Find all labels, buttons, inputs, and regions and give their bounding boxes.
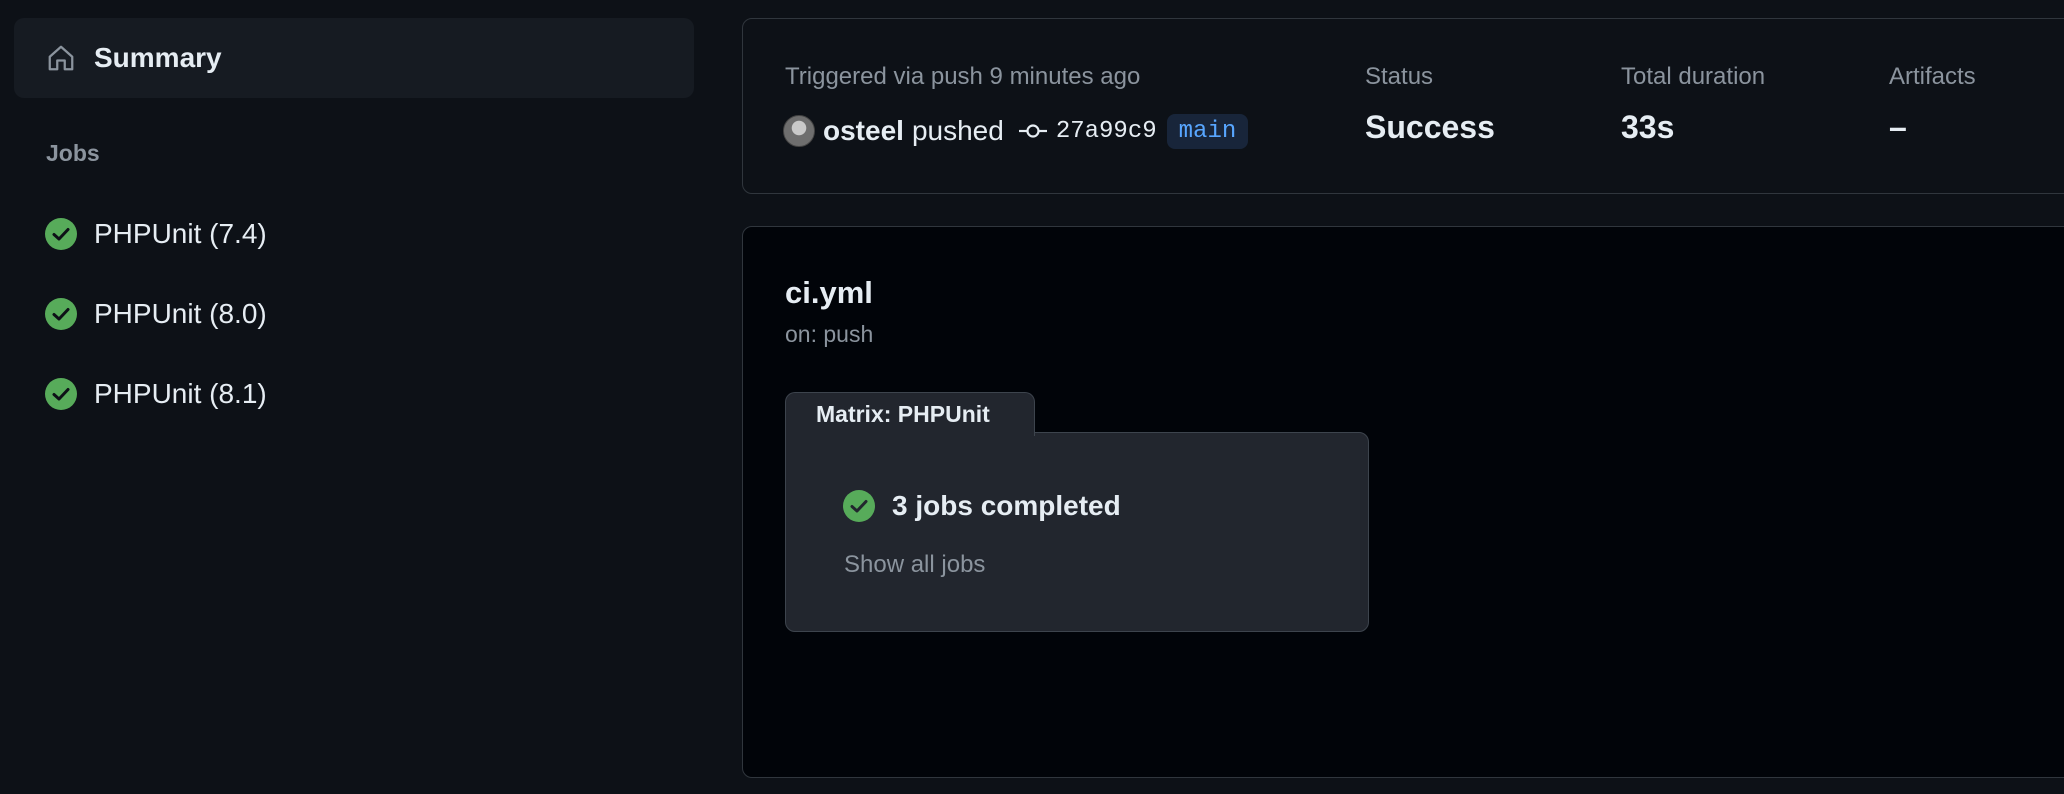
workflow-trigger: on: push (785, 321, 874, 347)
workflow-file-name[interactable]: ci.yml (785, 275, 873, 311)
jobs-completed-text: 3 jobs completed (892, 490, 1121, 521)
summary-label: Summary (94, 42, 222, 73)
check-circle-icon (45, 218, 77, 250)
completed-row: 3 jobs completed (842, 489, 1121, 523)
sidebar-summary-link[interactable]: Summary (14, 18, 694, 98)
job-label: PHPUnit (8.1) (94, 378, 267, 409)
show-all-jobs-link[interactable]: Show all jobs (844, 551, 985, 579)
sidebar-job-item[interactable]: PHPUnit (7.4) (44, 204, 267, 264)
action-text: pushed (911, 115, 1004, 146)
job-label: PHPUnit (7.4) (94, 218, 267, 249)
duration-label: Total duration (1621, 63, 1766, 90)
jobs-heading: Jobs (46, 140, 100, 166)
trigger-text: Triggered via push 9 minutes ago (785, 63, 1141, 90)
duration-value: 33s (1621, 109, 1675, 145)
check-circle-icon (843, 490, 875, 522)
commit-sha-link[interactable]: 27a99c9 (1056, 118, 1157, 145)
run-summary-panel: Triggered via push 9 minutes ago osteel … (742, 18, 2064, 194)
check-circle-icon (45, 298, 77, 330)
sidebar-job-item[interactable]: PHPUnit (8.0) (44, 284, 267, 344)
push-info-row: osteel pushed 27a99c9 main (783, 111, 1249, 151)
sidebar-job-item[interactable]: PHPUnit (8.1) (44, 364, 267, 424)
status-value: Success (1365, 109, 1495, 145)
check-circle-icon (45, 378, 77, 410)
workflow-graph-panel: ci.yml on: push Matrix: PHPUnit 3 jobs c… (742, 226, 2064, 778)
job-label: PHPUnit (8.0) (94, 298, 267, 329)
actor-link[interactable]: osteel (823, 115, 904, 147)
matrix-card[interactable]: 3 jobs completed Show all jobs (785, 429, 1369, 632)
matrix-tab: Matrix: PHPUnit (785, 392, 1035, 436)
branch-badge[interactable]: main (1166, 113, 1249, 149)
artifacts-label: Artifacts (1889, 63, 1976, 90)
artifacts-value: – (1889, 109, 1907, 145)
avatar[interactable] (783, 115, 815, 147)
home-icon (44, 41, 78, 75)
sidebar: Summary Jobs PHPUnit (7.4) PHPUnit (8.0)… (0, 0, 700, 794)
git-commit-icon (1018, 124, 1047, 138)
status-label: Status (1365, 63, 1434, 90)
